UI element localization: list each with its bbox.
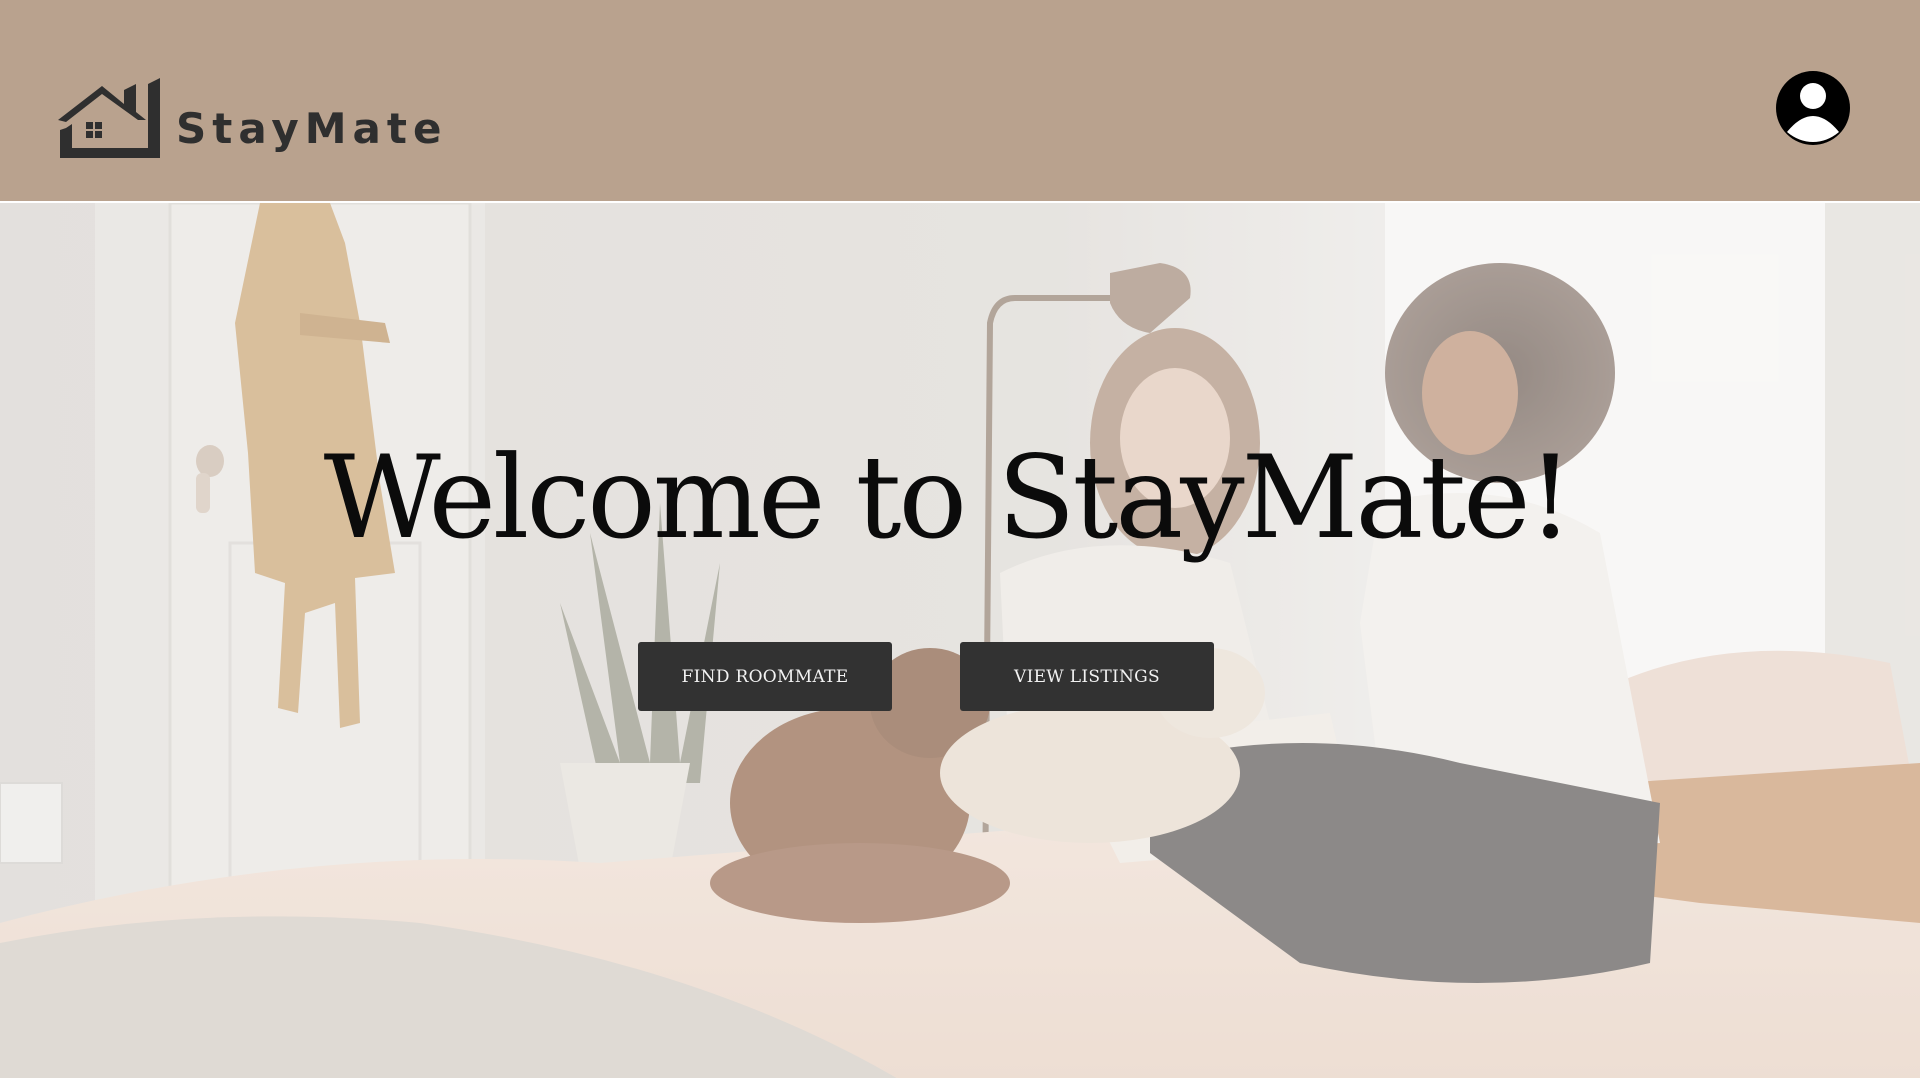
hero-overlay (0, 203, 1920, 1080)
hero-title: Welcome to StayMate! (323, 431, 1574, 564)
user-avatar-icon[interactable] (1775, 70, 1851, 146)
view-listings-button[interactable]: VIEW LISTINGS (960, 642, 1214, 711)
hero-section: Welcome to StayMate! FIND ROOMMATE VIEW … (0, 203, 1920, 1080)
find-roommate-button[interactable]: FIND ROOMMATE (638, 642, 892, 711)
site-header: StayMate (0, 0, 1920, 203)
brand-logo[interactable]: StayMate (58, 78, 447, 158)
brand-name: StayMate (176, 104, 448, 153)
house-icon (58, 78, 160, 158)
